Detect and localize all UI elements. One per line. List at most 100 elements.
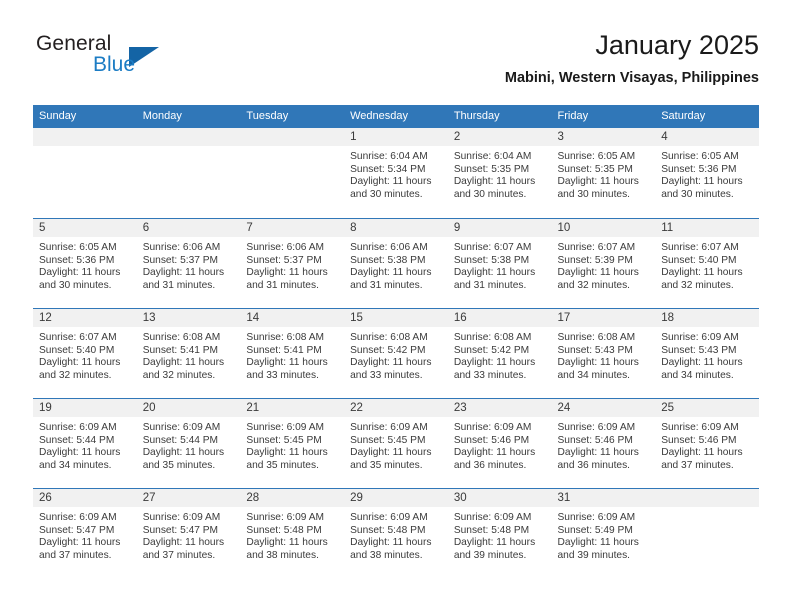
daylight-text-line1: Daylight: 11 hours [453, 537, 536, 549]
weekday-header-friday: Friday [551, 105, 656, 128]
daylight-text-line2: and 31 minutes. [246, 279, 319, 291]
daylight-text-line2: and 39 minutes. [453, 549, 527, 561]
logo-text-blue: Blue [93, 53, 136, 76]
general-blue-logo[interactable]: General Blue [33, 32, 233, 86]
daylight-text-line1: Daylight: 11 hours [39, 267, 121, 279]
daylight-text-line2: and 30 minutes. [350, 188, 423, 200]
calendar-week-row: 12 Sunrise: 6:07 AM Sunset: 5:40 PM Dayligh… [33, 308, 759, 398]
daylight-text-line1: Daylight: 11 hours [246, 267, 328, 279]
day-cell[interactable]: 29 Sunrise: 6:09 AM Sunset: 5:48 PM Dayligh… [344, 488, 448, 578]
sunset-text: Sunset: 5:42 PM [453, 344, 530, 356]
daylight-text-line2: and 32 minutes. [39, 369, 112, 381]
day-cell[interactable]: 10 Sunrise: 6:07 AM Sunset: 5:39 PM Dayligh… [551, 218, 656, 308]
calendar-cell: 12 Sunrise: 6:07 AM Sunset: 5:40 PM Dayligh… [33, 308, 137, 398]
page-title: January 2025 [595, 30, 759, 60]
day-cell[interactable]: 14 Sunrise: 6:08 AM Sunset: 5:41 PM Dayligh… [240, 308, 345, 398]
day-cell[interactable]: 19 Sunrise: 6:09 AM Sunset: 5:44 PM Dayligh… [33, 398, 137, 488]
day-cell[interactable]: 7 Sunrise: 6:06 AM Sunset: 5:37 PM Daylight… [240, 218, 345, 308]
sunrise-text: Sunrise: 6:04 AM [350, 151, 428, 162]
sunset-text: Sunset: 5:44 PM [142, 434, 219, 446]
day-cell[interactable]: 2 Sunrise: 6:04 AM Sunset: 5:35 PM Daylight… [447, 128, 552, 218]
day-details: Sunrise: 6:09 AM Sunset: 5:44 PM Daylight:… [137, 417, 241, 472]
day-cell[interactable]: 27 Sunrise: 6:09 AM Sunset: 5:47 PM Dayligh… [136, 488, 241, 578]
sunrise-text: Sunrise: 6:09 AM [39, 422, 117, 433]
day-cell[interactable]: 16 Sunrise: 6:08 AM Sunset: 5:42 PM Dayligh… [447, 308, 552, 398]
sunset-text: Sunset: 5:36 PM [39, 254, 115, 266]
day-details: Sunrise: 6:07 AM Sunset: 5:40 PM Daylight:… [655, 237, 759, 292]
daylight-text-line1: Daylight: 11 hours [142, 447, 225, 459]
page-header: General Blue January 2025 Mabini, Wester… [33, 28, 759, 96]
day-number [33, 128, 137, 146]
day-number: 10 [551, 219, 656, 237]
sunrise-text: Sunrise: 6:09 AM [142, 512, 221, 523]
day-cell[interactable]: 6 Sunrise: 6:06 AM Sunset: 5:37 PM Daylight… [136, 218, 241, 308]
sunset-text: Sunset: 5:49 PM [557, 524, 633, 536]
day-cell[interactable]: 11 Sunrise: 6:07 AM Sunset: 5:40 PM Dayligh… [655, 218, 759, 308]
weekday-header-tuesday: Tuesday [240, 105, 345, 128]
day-cell[interactable]: 30 Sunrise: 6:09 AM Sunset: 5:48 PM Dayligh… [447, 488, 552, 578]
day-cell[interactable]: 25 Sunrise: 6:09 AM Sunset: 5:46 PM Dayligh… [655, 398, 759, 488]
day-cell[interactable]: 17 Sunrise: 6:08 AM Sunset: 5:43 PM Dayligh… [551, 308, 656, 398]
daylight-text-line1: Daylight: 11 hours [453, 447, 536, 459]
day-cell[interactable]: 31 Sunrise: 6:09 AM Sunset: 5:49 PM Dayligh… [551, 488, 656, 578]
calendar-cell: 11 Sunrise: 6:07 AM Sunset: 5:40 PM Dayligh… [655, 218, 759, 308]
day-cell[interactable]: 12 Sunrise: 6:07 AM Sunset: 5:40 PM Dayligh… [33, 308, 137, 398]
day-cell[interactable]: 9 Sunrise: 6:07 AM Sunset: 5:38 PM Daylight… [447, 218, 552, 308]
weekday-header-sunday: Sunday [33, 105, 137, 128]
sunset-text: Sunset: 5:47 PM [142, 524, 219, 536]
day-cell[interactable]: 5 Sunrise: 6:05 AM Sunset: 5:36 PM Daylight… [33, 218, 137, 308]
day-cell[interactable]: 4 Sunrise: 6:05 AM Sunset: 5:36 PM Daylight… [655, 128, 759, 218]
calendar-cell: 17 Sunrise: 6:08 AM Sunset: 5:43 PM Dayligh… [551, 308, 656, 398]
sunset-text: Sunset: 5:41 PM [246, 344, 322, 356]
day-details: Sunrise: 6:09 AM Sunset: 5:48 PM Daylight:… [240, 507, 344, 562]
day-cell[interactable]: 15 Sunrise: 6:08 AM Sunset: 5:42 PM Dayligh… [344, 308, 448, 398]
day-cell[interactable]: 23 Sunrise: 6:09 AM Sunset: 5:46 PM Dayligh… [447, 398, 552, 488]
day-cell[interactable]: 13 Sunrise: 6:08 AM Sunset: 5:41 PM Dayligh… [136, 308, 241, 398]
day-cell[interactable]: 22 Sunrise: 6:09 AM Sunset: 5:45 PM Dayligh… [344, 398, 448, 488]
day-cell[interactable]: 24 Sunrise: 6:09 AM Sunset: 5:46 PM Dayligh… [551, 398, 656, 488]
daylight-text-line1: Daylight: 11 hours [246, 357, 328, 369]
sunset-text: Sunset: 5:48 PM [453, 524, 530, 536]
calendar-cell [655, 488, 759, 578]
sunset-text: Sunset: 5:43 PM [557, 344, 633, 356]
sunset-text: Sunset: 5:48 PM [246, 524, 322, 536]
day-number: 21 [240, 399, 345, 417]
daylight-text-line2: and 30 minutes. [557, 188, 631, 200]
daylight-text-line2: and 31 minutes. [350, 279, 423, 291]
sunrise-text: Sunrise: 6:07 AM [661, 242, 739, 253]
day-details: Sunrise: 6:04 AM Sunset: 5:35 PM Daylight:… [448, 146, 552, 201]
sunset-text: Sunset: 5:45 PM [350, 434, 426, 446]
sunset-text: Sunset: 5:36 PM [661, 163, 737, 175]
day-number: 18 [655, 309, 759, 327]
day-cell[interactable]: 18 Sunrise: 6:09 AM Sunset: 5:43 PM Dayligh… [655, 308, 759, 398]
sunset-text: Sunset: 5:34 PM [350, 163, 426, 175]
day-cell[interactable]: 3 Sunrise: 6:05 AM Sunset: 5:35 PM Daylight… [551, 128, 656, 218]
daylight-text-line2: and 37 minutes. [661, 459, 734, 471]
sunrise-text: Sunrise: 6:06 AM [246, 242, 324, 253]
sunrise-text: Sunrise: 6:09 AM [453, 512, 532, 523]
day-cell[interactable]: 8 Sunrise: 6:06 AM Sunset: 5:38 PM Daylight… [344, 218, 448, 308]
day-number: 4 [655, 128, 759, 146]
day-details: Sunrise: 6:06 AM Sunset: 5:37 PM Daylight:… [137, 237, 241, 292]
calendar-cell: 28 Sunrise: 6:09 AM Sunset: 5:48 PM Dayligh… [240, 488, 345, 578]
calendar-cell [136, 128, 241, 218]
day-cell[interactable]: 28 Sunrise: 6:09 AM Sunset: 5:48 PM Dayligh… [240, 488, 345, 578]
daylight-text-line1: Daylight: 11 hours [39, 357, 121, 369]
sunset-text: Sunset: 5:46 PM [453, 434, 530, 446]
day-cell[interactable]: 26 Sunrise: 6:09 AM Sunset: 5:47 PM Dayligh… [33, 488, 137, 578]
sunset-text: Sunset: 5:40 PM [661, 254, 737, 266]
day-number: 28 [240, 489, 345, 507]
weekday-header-row: Sunday Monday Tuesday Wednesday Thursday… [33, 105, 759, 128]
day-number: 5 [33, 219, 137, 237]
day-details: Sunrise: 6:08 AM Sunset: 5:41 PM Daylight:… [240, 327, 344, 382]
sunset-text: Sunset: 5:46 PM [661, 434, 737, 446]
daylight-text-line1: Daylight: 11 hours [39, 447, 121, 459]
sunset-text: Sunset: 5:38 PM [350, 254, 426, 266]
day-cell[interactable]: 21 Sunrise: 6:09 AM Sunset: 5:45 PM Dayligh… [240, 398, 345, 488]
day-details: Sunrise: 6:08 AM Sunset: 5:42 PM Daylight:… [344, 327, 448, 382]
daylight-text-line1: Daylight: 11 hours [557, 267, 639, 279]
day-cell[interactable]: 20 Sunrise: 6:09 AM Sunset: 5:44 PM Dayligh… [136, 398, 241, 488]
day-details: Sunrise: 6:08 AM Sunset: 5:42 PM Daylight:… [448, 327, 552, 382]
sunrise-text: Sunrise: 6:08 AM [142, 332, 221, 343]
day-cell[interactable]: 1 Sunrise: 6:04 AM Sunset: 5:34 PM Daylight… [344, 128, 448, 218]
